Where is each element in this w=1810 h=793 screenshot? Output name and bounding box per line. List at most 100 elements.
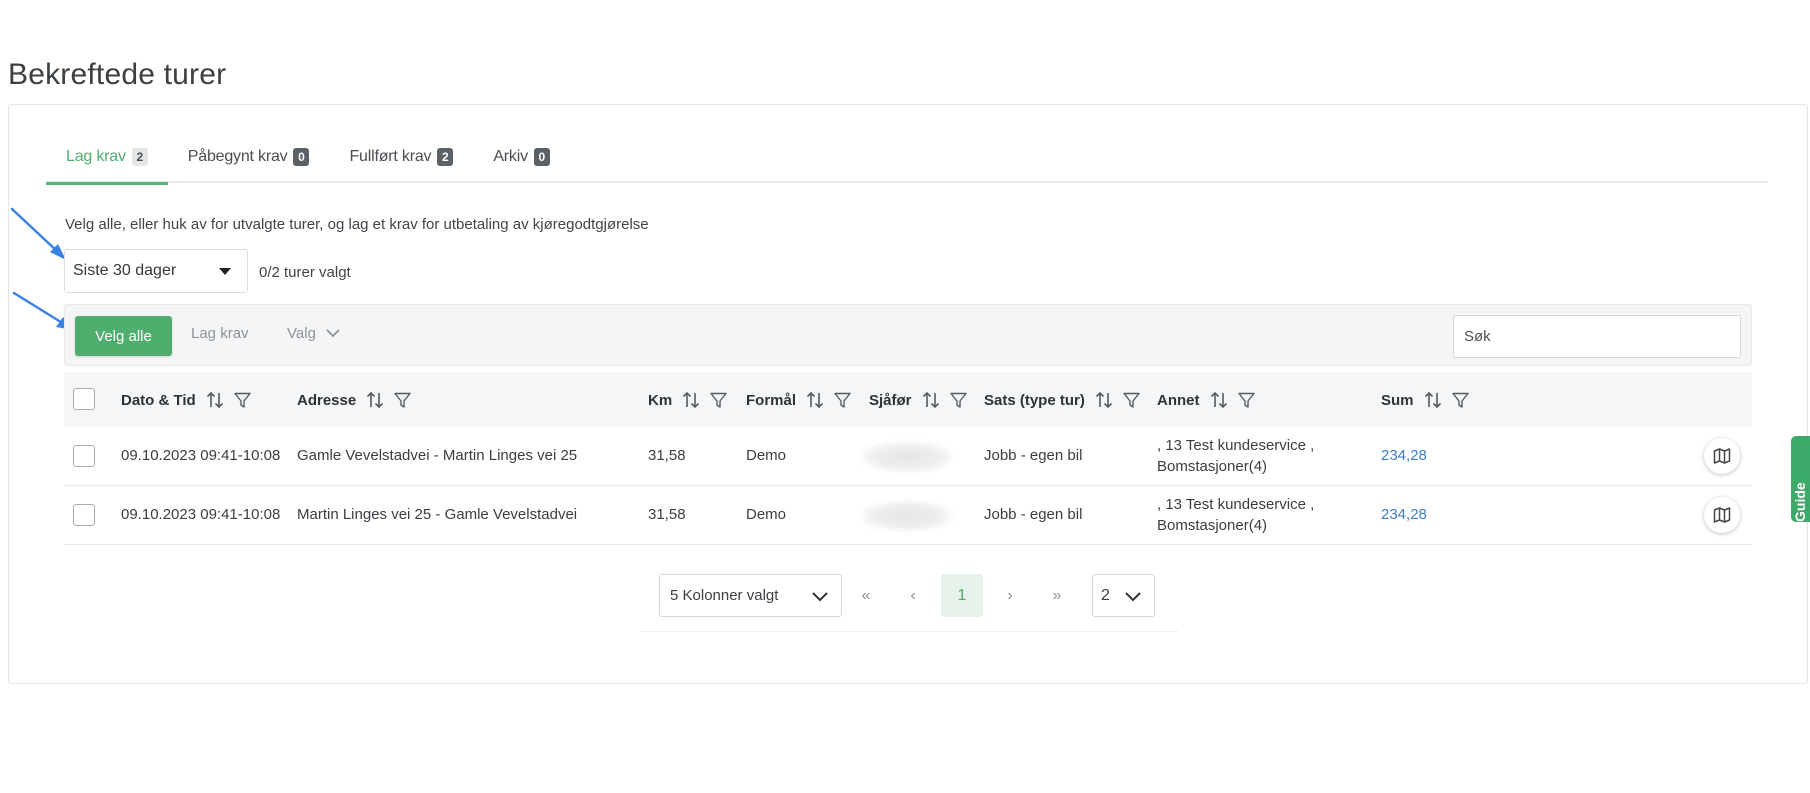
period-select[interactable]: Siste 30 dager [64, 249, 248, 293]
filter-icon[interactable] [949, 392, 967, 409]
last-page-button[interactable]: » [1036, 574, 1078, 617]
cell-other-line: , 13 Test kundeservice , [1157, 496, 1315, 513]
tab-bar: Lag krav 2 Påbegynt krav 0 Fullført krav… [46, 134, 1768, 185]
page-size-value: 2 [1101, 586, 1110, 604]
filter-icon[interactable] [394, 392, 411, 409]
select-all-button[interactable]: Velg alle [75, 316, 172, 356]
columns-select[interactable]: 5 Kolonner valgt [659, 574, 842, 617]
selection-status: 0/2 turer valgt [259, 264, 351, 281]
cell-rate: Jobb - egen bil [984, 506, 1083, 523]
tab-count-badge: 2 [437, 148, 454, 166]
options-dropdown[interactable]: Valg [287, 325, 340, 342]
sort-icon[interactable] [206, 391, 224, 409]
pagination: 5 Kolonner valgt « ‹ 1 › » 2 [640, 570, 1178, 632]
cell-rate: Jobb - egen bil [984, 447, 1083, 464]
chevron-down-icon [326, 329, 340, 338]
chevron-down-icon [1125, 592, 1141, 602]
period-select-value: Siste 30 dager [73, 262, 177, 279]
prev-page-button[interactable]: ‹ [892, 574, 934, 617]
options-label: Valg [287, 325, 316, 342]
page-title: Bekreftede turer [8, 58, 227, 91]
column-header-km[interactable]: Km [648, 391, 727, 409]
map-icon [1713, 448, 1731, 464]
table-toolbar: Velg alle Lag krav Valg [64, 304, 1752, 366]
cell-sum-link[interactable]: 234,28 [1381, 506, 1427, 523]
select-all-checkbox[interactable] [73, 388, 95, 410]
cell-address: Gamle Vevelstadvei - Martin Linges vei 2… [297, 447, 578, 464]
filter-icon[interactable] [1123, 392, 1140, 409]
cell-km: 31,58 [648, 447, 686, 464]
column-header-driver[interactable]: Sjåfør [869, 391, 967, 409]
sort-icon[interactable] [1210, 391, 1228, 409]
tab-pabegynt-krav[interactable]: Påbegynt krav 0 [168, 134, 330, 183]
map-icon [1713, 507, 1731, 523]
column-label: Km [648, 391, 673, 409]
sort-icon[interactable] [806, 391, 824, 409]
column-header-rate[interactable]: Sats (type tur) [984, 391, 1140, 409]
sort-icon[interactable] [922, 391, 940, 409]
map-button[interactable] [1704, 438, 1740, 474]
cell-other-line: Bomstasjoner(4) [1157, 458, 1268, 475]
column-label: Sum [1381, 391, 1414, 409]
guide-tab-label: Guide [1792, 482, 1808, 522]
driver-name-redacted [862, 501, 952, 531]
cell-address: Martin Linges vei 25 - Gamle Vevelstadve… [297, 506, 578, 523]
column-label: Formål [746, 391, 797, 409]
table-row[interactable]: 09.10.2023 09:41-10:08 Martin Linges vei… [64, 486, 1752, 545]
table-header: Dato & Tid Adresse Km Formål Sjåfør Sats… [64, 372, 1752, 427]
columns-select-value: 5 Kolonner valgt [670, 587, 779, 604]
first-page-button[interactable]: « [845, 574, 887, 617]
tab-arkiv[interactable]: Arkiv 0 [473, 134, 570, 183]
page-size-select[interactable]: 2 [1092, 574, 1155, 617]
tab-count-badge: 0 [293, 148, 310, 166]
sort-icon[interactable] [366, 391, 384, 409]
cell-purpose: Demo [746, 506, 787, 523]
column-label: Dato & Tid [121, 391, 196, 409]
annotation-arrow-icon [10, 207, 66, 260]
cell-km: 31,58 [648, 506, 686, 523]
cell-other: , 13 Test kundeservice , Bomstasjoner(4) [1157, 435, 1314, 477]
page-button-current[interactable]: 1 [941, 574, 983, 617]
column-label: Sjåfør [869, 391, 912, 409]
create-claim-button[interactable]: Lag krav [191, 325, 249, 342]
tab-fullfort-krav[interactable]: Fullført krav 2 [329, 134, 473, 183]
sort-icon[interactable] [682, 391, 700, 409]
sort-icon[interactable] [1095, 391, 1113, 409]
column-header-other[interactable]: Annet [1157, 391, 1255, 409]
map-button[interactable] [1704, 497, 1740, 533]
filter-icon[interactable] [710, 392, 727, 409]
filter-icon[interactable] [834, 392, 851, 409]
tab-count-badge: 2 [131, 148, 148, 166]
row-checkbox[interactable] [73, 504, 95, 526]
sort-icon[interactable] [1424, 391, 1442, 409]
next-page-button[interactable]: › [989, 574, 1031, 617]
cell-other-line: Bomstasjoner(4) [1157, 517, 1268, 534]
cell-date-time: 09.10.2023 09:41-10:08 [121, 447, 281, 464]
filter-icon[interactable] [234, 392, 251, 409]
row-checkbox[interactable] [73, 445, 95, 467]
guide-tab[interactable]: Guide [1791, 436, 1810, 522]
filter-icon[interactable] [1237, 392, 1255, 409]
column-header-date[interactable]: Dato & Tid [121, 391, 251, 409]
column-header-purpose[interactable]: Formål [746, 391, 851, 409]
caret-down-icon [219, 268, 231, 275]
tab-label: Fullført krav [349, 148, 432, 165]
cell-other: , 13 Test kundeservice , Bomstasjoner(4) [1157, 494, 1314, 536]
instruction-text: Velg alle, eller huk av for utvalgte tur… [65, 216, 649, 233]
filter-icon[interactable] [1451, 392, 1469, 409]
search-input[interactable] [1453, 315, 1741, 358]
cell-purpose: Demo [746, 447, 787, 464]
column-label: Sats (type tur) [984, 391, 1085, 409]
chevron-down-icon [812, 592, 828, 602]
tab-label: Påbegynt krav [187, 148, 288, 165]
tab-label: Arkiv [493, 148, 528, 165]
column-header-sum[interactable]: Sum [1381, 391, 1469, 409]
table-row[interactable]: 09.10.2023 09:41-10:08 Gamle Vevelstadve… [64, 427, 1752, 486]
driver-name-redacted [862, 442, 952, 472]
column-header-address[interactable]: Adresse [297, 391, 411, 409]
tab-lag-krav[interactable]: Lag krav 2 [46, 134, 168, 185]
column-label: Annet [1157, 391, 1200, 409]
tab-label: Lag krav [66, 148, 126, 165]
cell-date-time: 09.10.2023 09:41-10:08 [121, 506, 281, 523]
cell-sum-link[interactable]: 234,28 [1381, 447, 1427, 464]
